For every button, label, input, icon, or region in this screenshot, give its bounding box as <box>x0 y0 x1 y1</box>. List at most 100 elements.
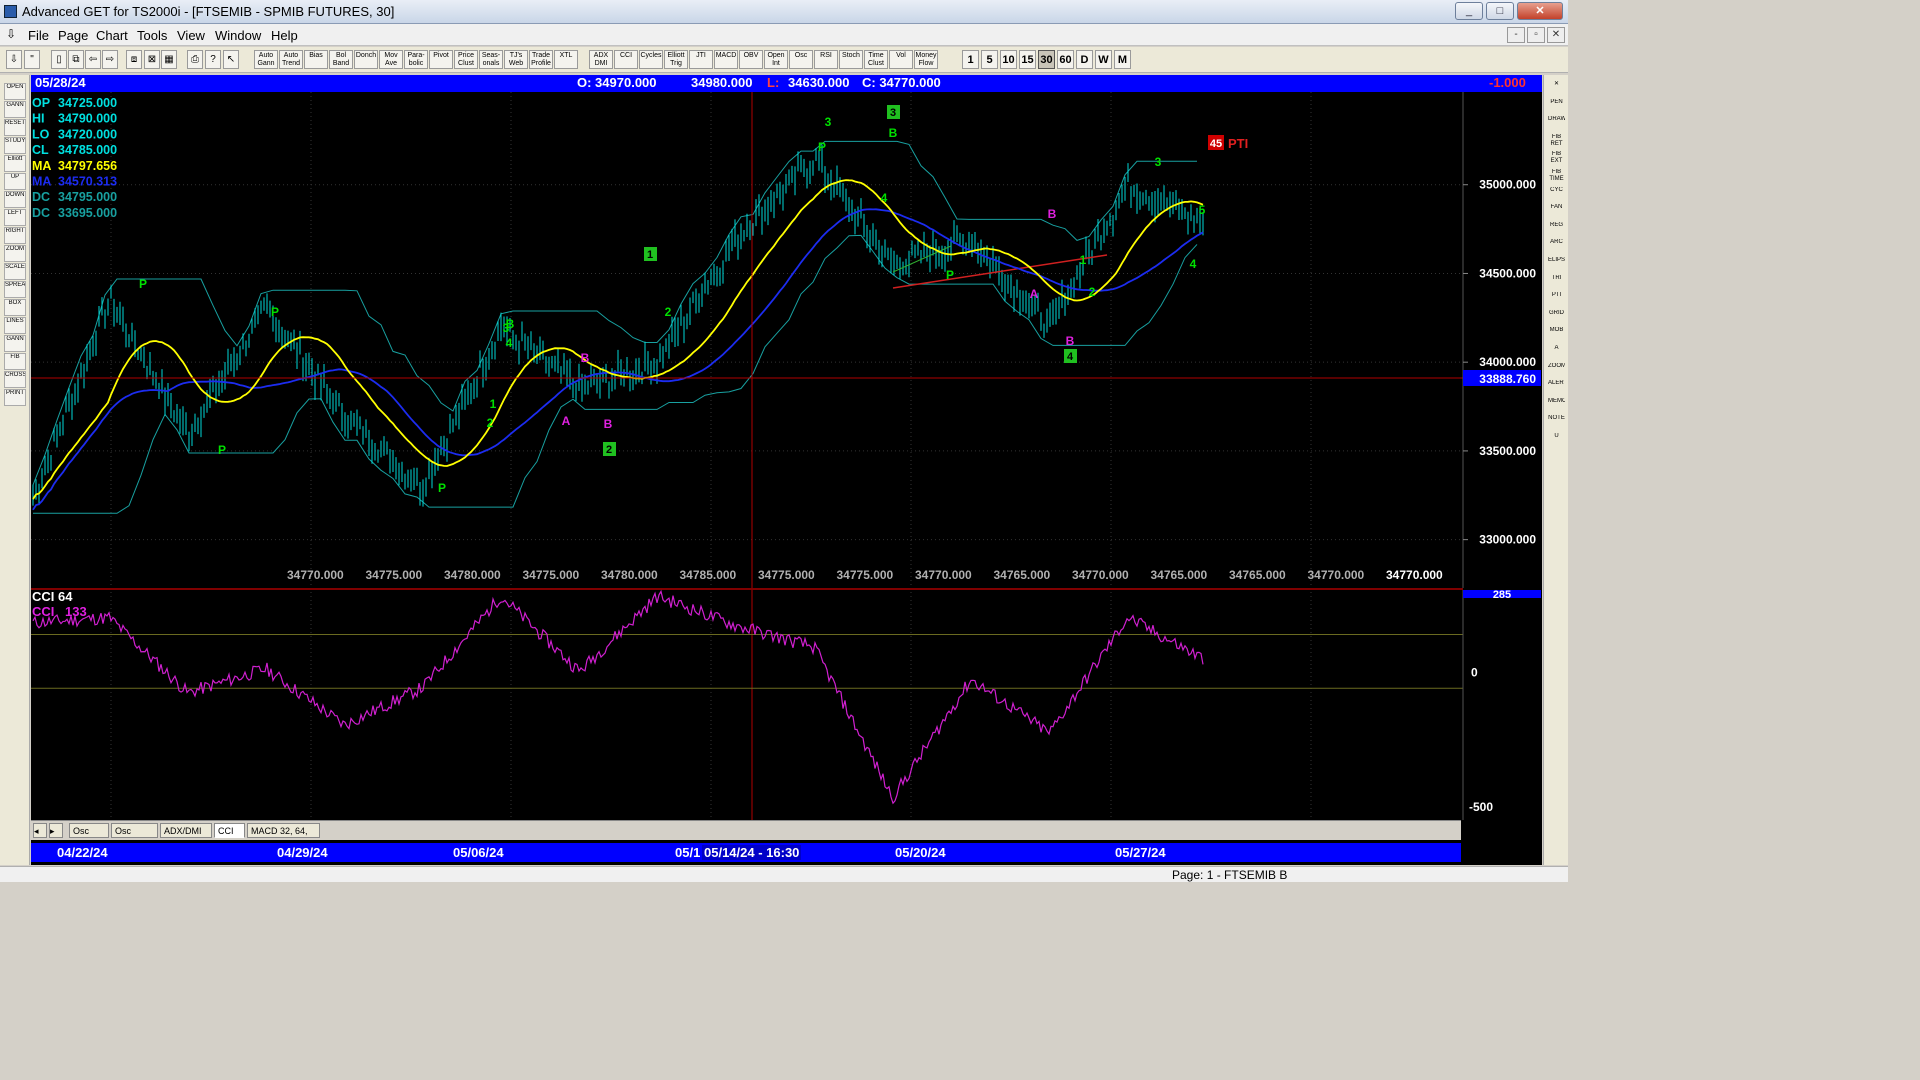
forward-icon[interactable]: ⇨ <box>102 50 118 69</box>
right-tool-1[interactable]: PEN <box>1548 99 1565 116</box>
interval-button-d[interactable]: D <box>1076 50 1093 69</box>
study-button-open-int[interactable]: Open Int <box>764 50 788 69</box>
left-tool-gann-1[interactable]: GANN <box>4 101 26 118</box>
right-tool-11[interactable]: TRI <box>1548 275 1565 292</box>
left-tool-right-8[interactable]: RIGHT <box>4 227 26 244</box>
right-tool-17[interactable]: ALERT <box>1548 380 1565 397</box>
menu-tools[interactable]: Tools <box>137 28 167 43</box>
menu-window[interactable]: Window <box>215 28 261 43</box>
interval-button-15[interactable]: 15 <box>1019 50 1036 69</box>
study-button-macd[interactable]: MACD <box>714 50 738 69</box>
right-tool-16[interactable]: ZOOM <box>1548 363 1565 380</box>
study-button-time-clust[interactable]: Time Clust <box>864 50 888 69</box>
document-icon[interactable]: ⇩ <box>6 27 16 41</box>
study-button-cci[interactable]: CCI <box>614 50 638 69</box>
new-page-icon[interactable]: ▯ <box>51 50 67 69</box>
right-tool-8[interactable]: REG <box>1548 222 1565 239</box>
study-button-xtl[interactable]: XTL <box>554 50 578 69</box>
study-button-cycles[interactable]: Cycles <box>639 50 663 69</box>
mdi-minimize-button[interactable]: - <box>1507 27 1525 43</box>
right-tool-15[interactable]: A <box>1548 345 1565 362</box>
study-button-pivot[interactable]: Pivot <box>429 50 453 69</box>
study-button-seas-onals[interactable]: Seas-onals <box>479 50 503 69</box>
tab-adx-dmi-64[interactable]: ADX/DMI 64 <box>160 823 212 850</box>
interval-button-5[interactable]: 5 <box>981 50 998 69</box>
tile-icon[interactable]: ⧈ <box>126 50 142 69</box>
study-button-rsi[interactable]: RSI <box>814 50 838 69</box>
left-tool-zoom-9[interactable]: ZOOM <box>4 245 26 262</box>
left-tool-left-7[interactable]: LEFT <box>4 209 26 226</box>
right-tool-6[interactable]: CYC <box>1548 187 1565 204</box>
study-button-mov-ave[interactable]: Mov Ave <box>379 50 403 69</box>
right-tool-3[interactable]: FIB RET <box>1548 134 1565 151</box>
menu-view[interactable]: View <box>177 28 205 43</box>
tab-cci-64[interactable]: CCI 64 <box>214 823 245 850</box>
right-tool-18[interactable]: MEMO <box>1548 398 1565 415</box>
study-button-osc[interactable]: Osc <box>789 50 813 69</box>
study-button-trade-profile[interactable]: Trade Profile <box>529 50 553 69</box>
interval-button-w[interactable]: W <box>1095 50 1112 69</box>
tab-osc-16-64[interactable]: Osc 16,64 <box>111 823 158 850</box>
study-button-elliott-trig[interactable]: Elliott Trig <box>664 50 688 69</box>
study-button-stoch[interactable]: Stoch <box>839 50 863 69</box>
study-button-auto-trend[interactable]: Auto Trend <box>279 50 303 69</box>
left-tool-study-3[interactable]: STUDY <box>4 137 26 154</box>
chart-canvas[interactable]: 33000.000 33500.000 34000.000 34500.000 3500… <box>31 92 1542 820</box>
interval-button-60[interactable]: 60 <box>1057 50 1074 69</box>
left-tool-gann-14[interactable]: GANN <box>4 335 26 352</box>
study-button-donch[interactable]: Donch <box>354 50 378 69</box>
study-button-bol-band[interactable]: Bol Band <box>329 50 353 69</box>
left-tool-cross-16[interactable]: CROSS <box>4 371 26 388</box>
study-button-adx-dmi[interactable]: ADX DMI <box>589 50 613 69</box>
maximize-button[interactable]: □ <box>1486 2 1514 20</box>
right-tool-9[interactable]: ARC <box>1548 239 1565 256</box>
trend-line-red[interactable] <box>892 254 1108 289</box>
right-tool-14[interactable]: MOB <box>1548 327 1565 344</box>
back-icon[interactable]: ⇦ <box>85 50 101 69</box>
study-button-money-flow[interactable]: Money Flow <box>914 50 938 69</box>
cancel-icon[interactable]: ⊠ <box>144 50 160 69</box>
left-tool-up-5[interactable]: UP <box>4 173 26 190</box>
right-tool-10[interactable]: ELIPS <box>1548 257 1565 274</box>
right-tool-19[interactable]: NOTE <box>1548 415 1565 432</box>
right-tool-13[interactable]: GRID <box>1548 310 1565 327</box>
right-tool-7[interactable]: FAN <box>1548 204 1565 221</box>
study-button-vol[interactable]: Vol <box>889 50 913 69</box>
study-button-auto-gann[interactable]: Auto Gann <box>254 50 278 69</box>
right-tool-20[interactable]: U <box>1548 433 1565 450</box>
left-tool-elliott-4[interactable]: Elliott <box>4 155 26 172</box>
tab-scroll-left[interactable]: ◂ <box>33 823 47 838</box>
study-button-obv[interactable]: OBV <box>739 50 763 69</box>
interval-button-1[interactable]: 1 <box>962 50 979 69</box>
left-tool-open-0[interactable]: OPEN <box>4 83 26 100</box>
right-tool-0[interactable]: ✕ <box>1548 81 1565 98</box>
minimize-button[interactable]: _ <box>1455 2 1483 20</box>
study-button-jti[interactable]: JTI <box>689 50 713 69</box>
panel-separator[interactable] <box>31 588 1463 590</box>
left-tool-fib-15[interactable]: FIB <box>4 353 26 370</box>
left-tool-spread-11[interactable]: SPREAD <box>4 281 26 298</box>
interval-button-30[interactable]: 30 <box>1038 50 1055 69</box>
right-tool-5[interactable]: FIB TIME <box>1548 169 1565 186</box>
tab-scroll-right[interactable]: ▸ <box>49 823 63 838</box>
tab-macd-32-64-64[interactable]: MACD 32, 64, 64 <box>247 823 320 850</box>
mdi-close-button[interactable]: ✕ <box>1547 27 1565 43</box>
study-button-tj-s-web[interactable]: TJ's Web <box>504 50 528 69</box>
left-tool-print-17[interactable]: PRINT <box>4 389 26 406</box>
menu-page[interactable]: Page <box>58 28 88 43</box>
menu-file[interactable]: File <box>28 28 49 43</box>
chart-window[interactable]: 05/28/24 O: 34970.000 34980.000 L: 34630… <box>31 75 1542 865</box>
left-tool-reset-2[interactable]: RESET <box>4 119 26 136</box>
help-icon[interactable]: ? <box>205 50 221 69</box>
right-tool-12[interactable]: PTI <box>1548 292 1565 309</box>
grid-icon[interactable]: ▦ <box>161 50 177 69</box>
study-button-bias[interactable]: Bias <box>304 50 328 69</box>
left-tool-lines-13[interactable]: LINES <box>4 317 26 334</box>
tab-osc-5-35[interactable]: Osc 5,35 <box>69 823 109 850</box>
study-button-para-bolic[interactable]: Para-bolic <box>404 50 428 69</box>
quote-icon[interactable]: " <box>24 50 40 69</box>
mdi-restore-button[interactable]: ▫ <box>1527 27 1545 43</box>
right-tool-2[interactable]: DRAW <box>1548 116 1565 133</box>
copy-icon[interactable]: ⧉ <box>68 50 84 69</box>
interval-button-10[interactable]: 10 <box>1000 50 1017 69</box>
